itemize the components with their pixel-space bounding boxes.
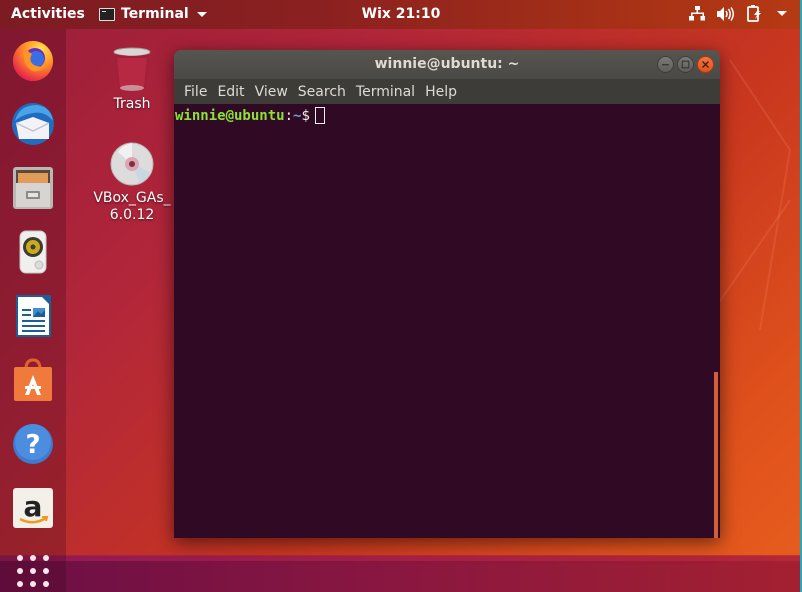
network-icon[interactable] — [689, 6, 705, 21]
system-menu-caret-icon[interactable] — [777, 11, 787, 16]
maximize-button[interactable] — [677, 56, 694, 73]
desktop-icon-trash[interactable]: Trash — [87, 46, 177, 113]
file-cabinet-icon — [13, 167, 53, 209]
close-button[interactable] — [697, 56, 714, 73]
svg-text:?: ? — [25, 430, 40, 460]
desktop-icon-label: Trash — [113, 96, 151, 112]
volume-icon[interactable] — [717, 6, 735, 21]
maximize-icon — [681, 60, 690, 69]
window-titlebar[interactable]: winnie@ubuntu: ~ — [174, 50, 720, 79]
wallpaper-band — [0, 555, 802, 561]
minimize-icon — [662, 64, 669, 66]
menu-help[interactable]: Help — [420, 84, 462, 100]
speaker-icon — [19, 230, 47, 274]
text-cursor — [314, 107, 325, 124]
dock-rhythmbox[interactable] — [9, 228, 57, 276]
dock-firefox[interactable] — [9, 36, 57, 84]
terminal-output[interactable]: winnie@ubuntu:~$ — [174, 104, 720, 538]
dock-libreoffice-writer[interactable] — [9, 292, 57, 340]
dock-help[interactable]: ? — [9, 420, 57, 468]
menu-view[interactable]: View — [250, 84, 293, 100]
help-question-icon: ? — [13, 424, 53, 464]
clock[interactable]: Wix 21:10 — [0, 6, 802, 22]
desktop-icon-label: VBox_GAs_ 6.0.12 — [87, 190, 177, 224]
writer-document-icon — [16, 295, 51, 337]
cd-disc-icon — [110, 142, 154, 186]
scrollbar[interactable] — [714, 372, 718, 538]
menu-file[interactable]: File — [179, 84, 212, 100]
close-icon — [702, 61, 709, 68]
apps-grid-icon[interactable] — [14, 552, 52, 590]
prompt-separator: : — [284, 108, 294, 124]
desktop-icon-label-line2: 6.0.12 — [109, 207, 155, 223]
menu-search[interactable]: Search — [293, 84, 351, 100]
prompt-user-host: winnie@ubuntu — [175, 108, 285, 124]
firefox-icon — [13, 41, 53, 81]
desktop-icon-label-line1: VBox_GAs_ — [93, 190, 171, 206]
menu-terminal[interactable]: Terminal — [351, 84, 420, 100]
dock-ubuntu-software[interactable] — [9, 356, 57, 404]
trash-icon — [113, 47, 151, 92]
minimize-button[interactable] — [657, 56, 674, 73]
top-bar: Activities Terminal Wix 21:10 — [0, 0, 802, 29]
window-title: winnie@ubuntu: ~ — [374, 56, 520, 72]
amazon-icon: a — [13, 488, 53, 528]
shopping-bag-icon — [14, 358, 52, 401]
terminal-window: winnie@ubuntu: ~ File Edit View Search T… — [174, 50, 720, 538]
shell-prompt: winnie@ubuntu:~$ — [175, 107, 325, 124]
menu-edit[interactable]: Edit — [212, 84, 249, 100]
menu-bar: File Edit View Search Terminal Help — [174, 79, 720, 104]
dock-files[interactable] — [9, 164, 57, 212]
thunderbird-mail-icon — [12, 103, 54, 145]
battery-icon[interactable] — [747, 5, 763, 22]
dock: ? a — [0, 29, 66, 592]
desktop-icon-vbox-cd[interactable]: VBox_GAs_ 6.0.12 — [87, 140, 177, 224]
svg-text:a: a — [24, 490, 43, 523]
wallpaper-bottom — [0, 556, 802, 592]
system-tray[interactable] — [689, 5, 787, 22]
dock-amazon[interactable]: a — [9, 484, 57, 532]
dock-thunderbird[interactable] — [9, 100, 57, 148]
prompt-symbol: $ — [301, 108, 310, 124]
